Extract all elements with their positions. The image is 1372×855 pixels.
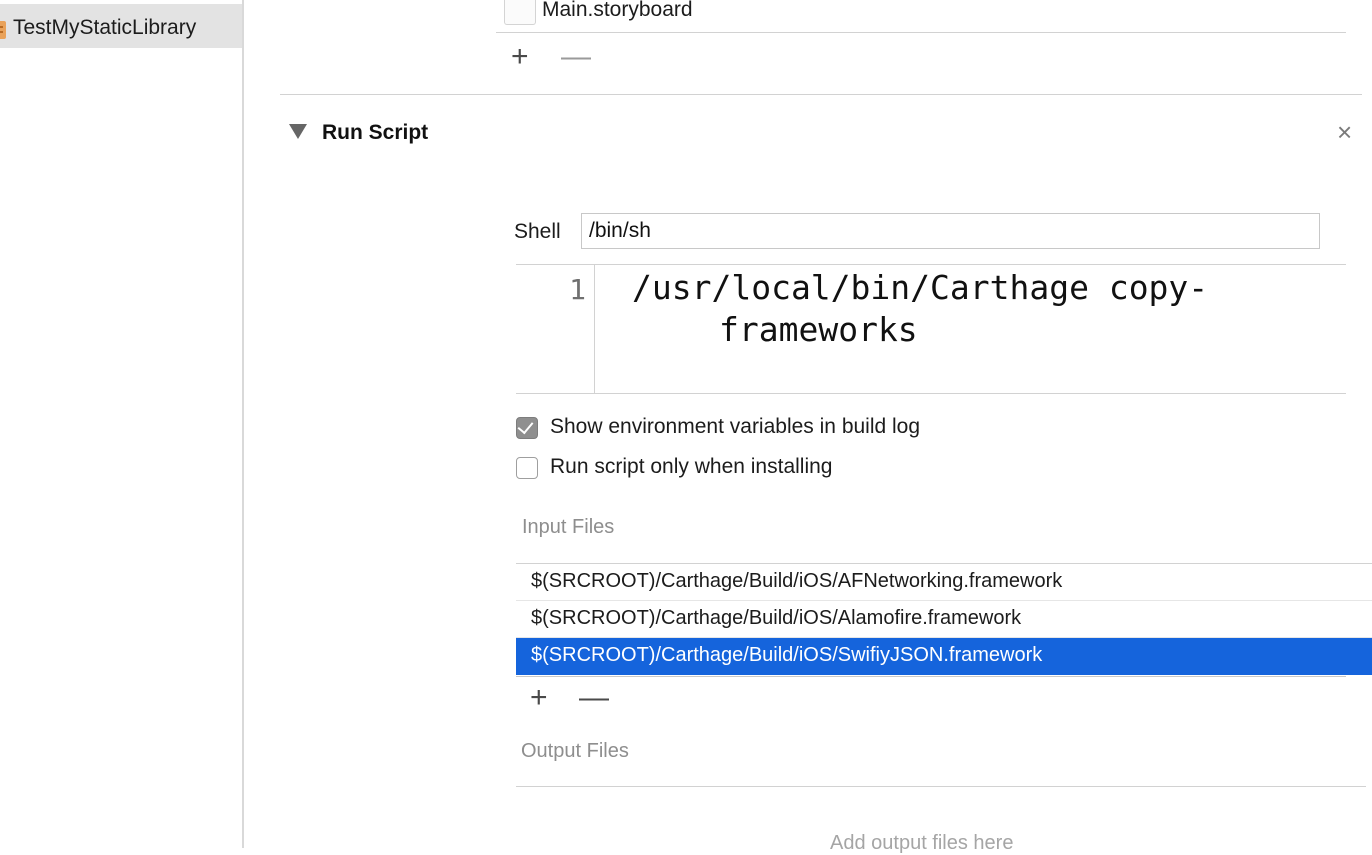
input-files-list: $(SRCROOT)/Carthage/Build/iOS/AFNetworki… [516, 563, 1372, 675]
add-input-file-button[interactable]: + [530, 683, 548, 713]
script-text-line: /usr/local/bin/Carthage copy- [632, 268, 1209, 307]
remove-file-button[interactable]: — [561, 42, 591, 72]
shell-input[interactable] [581, 213, 1320, 249]
close-icon[interactable]: × [1337, 119, 1352, 145]
output-files-heading: Output Files [521, 740, 629, 762]
run-only-installing-checkbox[interactable] [516, 457, 538, 479]
line-number: 1 [569, 273, 586, 306]
file-name: Main.storyboard [542, 0, 693, 21]
project-navigator-sidebar [0, 0, 244, 848]
storyboard-file-icon [504, 0, 536, 25]
show-env-vars-checkbox[interactable] [516, 417, 538, 439]
disclosure-triangle-icon[interactable] [289, 124, 307, 139]
sidebar-item-label: TestMyStaticLibrary [13, 16, 197, 39]
shell-label: Shell [514, 220, 561, 243]
remove-input-file-button[interactable]: — [579, 683, 609, 713]
input-files-heading: Input Files [522, 516, 615, 538]
list-footer-divider [516, 676, 1346, 677]
script-text-line-wrapped: frameworks [719, 310, 918, 349]
checkmark-icon [517, 417, 534, 435]
run-only-installing-label: Run script only when installing [550, 455, 833, 478]
add-file-button[interactable]: + [511, 42, 529, 72]
line-number-gutter: 1 [516, 265, 595, 393]
run-script-title: Run Script [322, 121, 429, 144]
list-item[interactable]: $(SRCROOT)/Carthage/Build/iOS/AFNetworki… [516, 564, 1372, 601]
show-env-vars-label: Show environment variables in build log [550, 415, 921, 438]
list-item[interactable]: $(SRCROOT)/Carthage/Build/iOS/Alamofire.… [516, 601, 1372, 638]
sidebar-item-target[interactable]: TestMyStaticLibrary [0, 4, 242, 48]
output-list-divider [516, 786, 1366, 787]
list-item-selected[interactable]: $(SRCROOT)/Carthage/Build/iOS/SwifiyJSON… [516, 638, 1372, 675]
phase-divider [280, 94, 1362, 95]
output-files-placeholder: Add output files here [830, 832, 1014, 854]
divider [496, 32, 1346, 33]
script-editor[interactable]: 1 /usr/local/bin/Carthage copy- framewor… [516, 264, 1346, 394]
target-app-icon [0, 21, 6, 39]
